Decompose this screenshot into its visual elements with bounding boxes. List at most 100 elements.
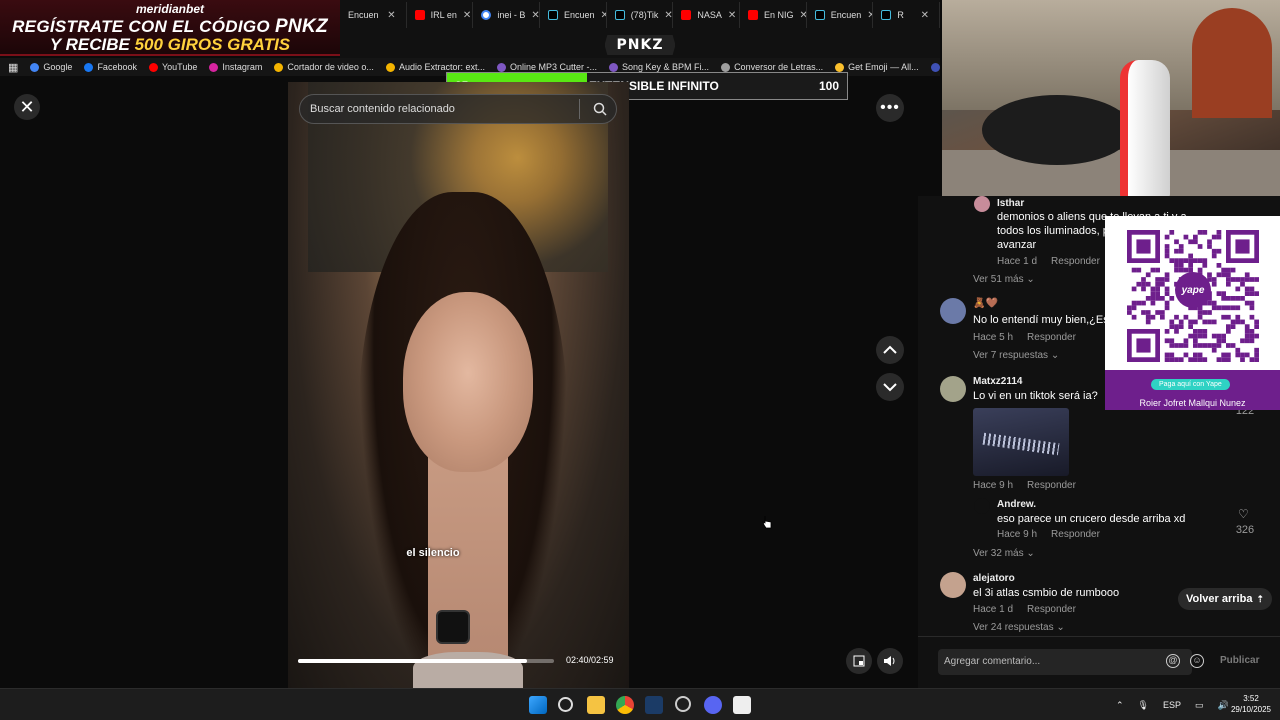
discord-icon[interactable] [704,696,722,714]
view-more-replies[interactable]: Ver 51 más ⌄ [973,274,1035,285]
browser-tab[interactable]: (78)Tik ✕ [607,2,674,28]
bookmark-item[interactable]: Instagram [209,62,262,72]
ad-brand: meridianbet [135,2,204,16]
view-more-replies[interactable]: Ver 32 más ⌄ [973,548,1035,559]
app-icon[interactable] [733,696,751,714]
comment-user[interactable]: Isthar [997,198,1024,209]
reply-user[interactable]: Andrew. [997,499,1036,510]
tab-close-icon[interactable]: ✕ [531,10,539,21]
related-search-input[interactable]: Buscar contenido relacionado [299,94,617,124]
browser-tab[interactable]: R ✕ [873,2,941,28]
tab-favicon-icon [548,10,559,20]
bookmark-item[interactable]: Conversor de Letras... [721,62,823,72]
bookmark-label: Google [43,62,73,72]
windows-taskbar: ⌃ 🎙 ESP ▭ 🔊 3:52 29/10/2025 [0,688,1280,720]
bookmark-favicon-icon [209,62,219,72]
avatar[interactable] [940,298,966,324]
bookmark-item[interactable]: Cortador de video o... [274,62,374,72]
reply-button[interactable]: Responder [1051,256,1100,267]
next-video-button[interactable] [876,373,904,401]
search-icon[interactable] [593,102,607,116]
tab-close-icon[interactable]: ✕ [800,10,806,21]
tab-favicon-icon [881,10,892,20]
browser-tab[interactable]: IRL en ✕ [407,2,474,28]
mention-icon[interactable]: @ [1166,654,1180,668]
bookmark-item[interactable]: Song Key & BPM Fi... [609,62,709,72]
comment-user[interactable]: Matxz2114 [973,376,1022,387]
browser-tab[interactable]: Encuen ✕ [340,2,407,28]
bookmark-item[interactable]: Audio Extractor: ext... [385,62,485,72]
ad-line-2-prefix: Y RECIBE [49,35,130,54]
close-button[interactable]: ✕ [14,94,40,120]
network-icon[interactable]: ▭ [1195,700,1204,711]
tab-close-icon[interactable]: ✕ [463,10,471,21]
browser-tab[interactable]: En NIG ✕ [740,2,807,28]
avatar[interactable] [974,196,990,212]
comment-input[interactable]: Agregar comentario... [938,649,1192,675]
publish-button[interactable]: Publicar [1220,655,1259,666]
reply-button[interactable]: Responder [1027,604,1076,615]
avatar[interactable] [940,376,966,402]
browser-tab[interactable]: inei - B ✕ [473,2,541,28]
tab-label: Encuen [348,10,379,20]
apps-grid-icon[interactable]: ▦ [8,61,18,74]
search-divider [579,99,580,119]
steam-icon[interactable] [645,696,663,714]
tab-close-icon[interactable]: ✕ [664,10,672,21]
bookmark-label: Cortador de video o... [287,62,374,72]
comment-user-emoji[interactable]: 🧸🤎 [973,298,998,309]
tab-close-icon[interactable]: ✕ [921,10,929,21]
browser-tab[interactable]: NASA ✕ [673,2,741,28]
bookmark-item[interactable]: YouTube [148,62,198,72]
tab-label: NASA [697,10,722,20]
bookmark-item[interactable]: pnkz_Oficial [930,62,940,72]
reply-button[interactable]: Responder [1027,332,1076,343]
view-more-replies[interactable]: Ver 24 respuestas ⌄ [973,622,1065,633]
volume-button[interactable] [877,648,903,674]
windows-start-icon[interactable] [529,696,547,714]
comment-image[interactable] [973,408,1069,476]
obs-icon[interactable] [675,696,691,712]
tab-close-icon[interactable]: ✕ [728,10,736,21]
qr-owner-name: Roier Jofret Mallqui Nunez [1139,398,1246,408]
heart-icon[interactable]: ♡ [1238,507,1249,521]
more-options-button[interactable]: ••• [876,94,904,122]
hand-cursor-icon [762,516,772,529]
avatar[interactable] [940,572,966,598]
bookmark-item[interactable]: Online MP3 Cutter -... [496,62,597,72]
reply-button[interactable]: Responder [1027,480,1076,491]
previous-video-button[interactable] [876,336,904,364]
tab-close-icon[interactable]: ✕ [387,10,395,21]
comment-user[interactable]: alejatoro [973,573,1015,584]
microphone-icon[interactable]: 🎙 [1138,700,1149,711]
language-indicator[interactable]: ESP [1163,700,1181,710]
reply-button[interactable]: Responder [1051,529,1100,540]
back-to-top-button[interactable]: Volver arriba ⇡ [1178,588,1272,610]
browser-address-area: PNKZ [340,30,940,60]
picture-in-picture-button[interactable] [846,648,872,674]
chrome-icon[interactable] [616,696,634,714]
bookmark-label: YouTube [161,62,198,72]
taskbar-clock[interactable]: 3:52 29/10/2025 [1226,693,1276,715]
emoji-icon[interactable]: ☺ [1190,654,1204,668]
search-taskbar-icon[interactable] [558,697,573,712]
browser-tab-bar: Encuen✕IRL en✕inei - B✕Encuen✕(78)Tik✕NA… [340,0,941,30]
browser-tab[interactable]: Encuen✕ [807,2,874,28]
bookmark-item[interactable]: Get Emoji — All... [835,62,919,72]
arrow-up-icon: ⇡ [1256,593,1264,604]
tab-label: IRL en [430,10,457,20]
ad-banner[interactable]: meridianbet REGÍSTRATE CON EL CÓDIGO PNK… [0,0,340,56]
view-more-replies[interactable]: Ver 7 respuestas ⌄ [973,350,1059,361]
bookmark-item[interactable]: Facebook [84,62,137,72]
browser-tab[interactable]: Encuen✕ [540,2,607,28]
comment-meta: Hace 5 h Responder [973,332,1076,343]
file-explorer-icon[interactable] [587,696,605,714]
ad-code: PNKZ [274,16,328,37]
chevron-up-tray-icon[interactable]: ⌃ [1116,700,1124,711]
webcam-doorway [1192,8,1272,118]
video-progress-bar[interactable] [298,659,554,663]
bookmark-item[interactable]: Google [30,62,72,72]
clock-date: 29/10/2025 [1230,705,1272,714]
avatar[interactable] [974,498,990,514]
video-player[interactable] [288,82,629,688]
